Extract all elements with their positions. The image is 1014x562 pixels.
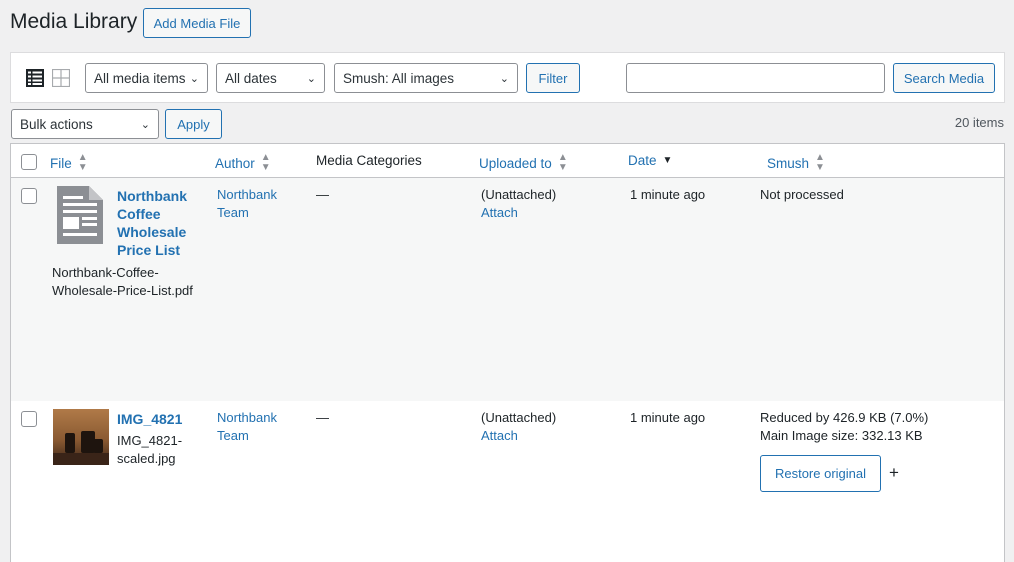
image-thumbnail[interactable] xyxy=(53,409,109,465)
media-table: File ▲ ▼ Author ▲ ▼ Media Categories Uploade… xyxy=(10,143,1005,562)
file-name: Northbank-Coffee- Wholesale-Price-List.p… xyxy=(52,265,193,298)
date-value: 1 minute ago xyxy=(630,410,706,425)
media-categories-value: — xyxy=(316,187,329,202)
sort-icon: ▲ ▼ xyxy=(557,152,568,173)
attach-link[interactable]: Attach xyxy=(481,204,518,222)
table-row: Northbank Coffee Wholesale Price List No… xyxy=(11,178,1004,401)
sort-desc-icon: ▼ xyxy=(662,154,673,166)
column-media-categories: Media Categories xyxy=(316,153,422,168)
column-file[interactable]: File ▲ ▼ xyxy=(50,153,88,173)
smush-status: Reduced by 426.9 KB (7.0%) Main Image si… xyxy=(760,410,929,443)
uploaded-to-value: (Unattached) xyxy=(481,187,557,202)
column-uploaded-to[interactable]: Uploaded to ▲ ▼ xyxy=(479,153,568,173)
sort-icon: ▲ ▼ xyxy=(260,152,271,173)
attach-link[interactable]: Attach xyxy=(481,427,518,445)
date-value: 1 minute ago xyxy=(630,187,706,202)
file-title-link[interactable]: Northbank Coffee Wholesale Price List xyxy=(117,187,187,259)
apply-button[interactable]: Apply xyxy=(165,109,222,139)
search-media-button[interactable]: Search Media xyxy=(893,63,995,93)
uploaded-to-value: (Unattached) xyxy=(481,410,557,425)
search-input[interactable] xyxy=(626,63,885,93)
table-header: File ▲ ▼ Author ▲ ▼ Media Categories Uploade… xyxy=(11,144,1004,178)
bulk-actions-select[interactable]: Bulk actions ⌄ xyxy=(11,109,159,139)
filter-bar: All media items ⌄ All dates ⌄ Smush: All i… xyxy=(10,52,1005,103)
grid-view-icon[interactable] xyxy=(52,69,70,87)
sort-icon: ▲ ▼ xyxy=(815,152,825,173)
chevron-down-icon: ⌄ xyxy=(499,72,509,85)
author-link[interactable]: Northbank Team xyxy=(217,186,277,222)
file-title-link[interactable]: IMG_4821 xyxy=(117,410,182,428)
smush-select[interactable]: Smush: All images ⌄ xyxy=(334,63,518,93)
select-all-checkbox[interactable] xyxy=(21,154,37,170)
row-checkbox[interactable] xyxy=(21,411,37,427)
list-view-icon[interactable] xyxy=(26,69,44,87)
add-media-file-button[interactable]: Add Media File xyxy=(143,8,251,38)
items-count: 20 items xyxy=(954,115,1004,130)
chevron-down-icon: ⌄ xyxy=(140,118,150,131)
author-link[interactable]: Northbank Team xyxy=(217,409,277,445)
file-name: IMG_4821- scaled.jpg xyxy=(117,433,183,466)
smush-status: Not processed xyxy=(760,187,844,202)
filter-button[interactable]: Filter xyxy=(526,63,580,93)
dates-select[interactable]: All dates ⌄ xyxy=(216,63,325,93)
table-row: IMG_4821 IMG_4821- scaled.jpg Northbank … xyxy=(11,401,1004,562)
page-title: Media Library xyxy=(10,10,138,33)
column-date[interactable]: Date ▼ xyxy=(628,153,672,168)
row-checkbox[interactable] xyxy=(21,188,37,204)
media-categories-value: — xyxy=(316,410,329,425)
column-smush[interactable]: Smush ▲ ▼ xyxy=(767,153,825,173)
document-icon xyxy=(57,186,103,244)
restore-original-button[interactable]: Restore original xyxy=(760,455,881,492)
column-author[interactable]: Author ▲ ▼ xyxy=(215,153,271,173)
media-type-select[interactable]: All media items ⌄ xyxy=(85,63,208,93)
plus-icon[interactable]: + xyxy=(889,463,899,483)
sort-icon: ▲ ▼ xyxy=(77,152,88,173)
chevron-down-icon: ⌄ xyxy=(306,72,316,85)
chevron-down-icon: ⌄ xyxy=(189,72,199,85)
